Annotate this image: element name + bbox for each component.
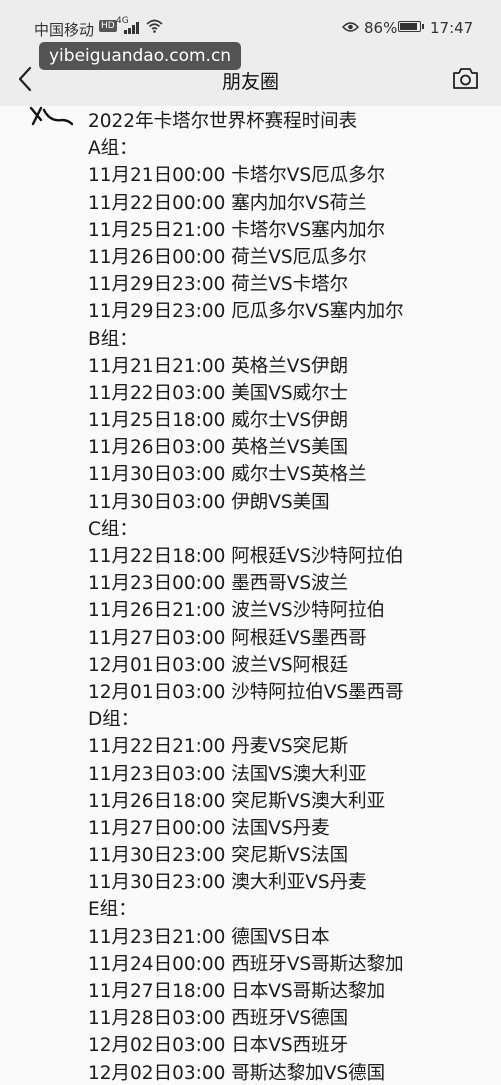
- match-line: 12月02日03:00 日本VS西班牙: [88, 1035, 349, 1057]
- moments-post: 2022年卡塔尔世界杯赛程时间表 A组： 11月21日00:00 卡塔尔VS厄瓜…: [0, 106, 501, 1085]
- clock: 17:47: [430, 19, 474, 37]
- group-heading-e: E组：: [88, 899, 137, 921]
- match-line: 11月25日18:00 威尔士VS伊朗: [88, 410, 349, 432]
- group-heading-b: B组：: [88, 328, 138, 350]
- page-title: 朋友圈: [221, 71, 279, 93]
- group-heading-d: D组：: [88, 709, 140, 731]
- match-line: 11月23日03:00 法国VS澳大利亚: [88, 763, 367, 785]
- match-line: 11月21日21:00 英格兰VS伊朗: [88, 355, 349, 377]
- camera-icon[interactable]: [452, 67, 479, 90]
- match-line: 11月27日00:00 法国VS丹麦: [88, 817, 330, 839]
- match-line: 11月30日23:00 澳大利亚VS丹麦: [88, 872, 367, 894]
- post-text: 2022年卡塔尔世界杯赛程时间表 A组： 11月21日00:00 卡塔尔VS厄瓜…: [88, 108, 404, 1085]
- match-line: 11月24日00:00 西班牙VS哥斯达黎加: [88, 953, 404, 975]
- match-line: 11月27日03:00 阿根廷VS墨西哥: [88, 627, 367, 649]
- eye-icon: [341, 19, 360, 32]
- match-line: 11月22日21:00 丹麦VS突尼斯: [88, 736, 349, 758]
- match-line: 11月28日03:00 西班牙VS德国: [88, 1008, 349, 1030]
- carrier-label: 中国移动: [34, 21, 95, 39]
- match-line: 12月01日03:00 沙特阿拉伯VS墨西哥: [88, 681, 404, 703]
- post-title: 2022年卡塔尔世界杯赛程时间表: [88, 111, 358, 132]
- signal-icon: [124, 22, 142, 34]
- battery-icon: [398, 21, 424, 32]
- match-line: 11月22日00:00 塞内加尔VS荷兰: [88, 192, 367, 214]
- match-line: 12月02日03:00 哥斯达黎加VS德国: [88, 1062, 386, 1084]
- match-line: 11月22日03:00 美国VS威尔士: [88, 382, 349, 404]
- match-line: 11月26日03:00 英格兰VS美国: [88, 437, 349, 459]
- group-heading-c: C组：: [88, 518, 138, 540]
- match-line: 12月01日03:00 波兰VS阿根廷: [88, 654, 349, 676]
- match-line: 11月29日23:00 荷兰VS卡塔尔: [88, 274, 349, 296]
- watermark: yibeiguandao.com.cn: [39, 42, 242, 70]
- match-line: 11月22日18:00 阿根廷VS沙特阿拉伯: [88, 546, 404, 567]
- match-line: 11月25日21:00 卡塔尔VS塞内加尔: [88, 219, 386, 241]
- match-line: 11月30日03:00 伊朗VS美国: [88, 491, 330, 513]
- wifi-icon: [146, 19, 163, 37]
- match-line: 11月27日18:00 日本VS哥斯达黎加: [88, 981, 386, 1002]
- match-line: 11月26日18:00 突尼斯VS澳大利亚: [88, 790, 386, 812]
- match-line: 11月26日00:00 荷兰VS厄瓜多尔: [88, 246, 367, 268]
- battery-percent: 86%: [364, 19, 398, 37]
- match-line: 11月21日00:00 卡塔尔VS厄瓜多尔: [88, 165, 386, 187]
- match-line: 11月23日00:00 墨西哥VS波兰: [88, 573, 349, 595]
- group-heading-a: A组：: [88, 138, 138, 160]
- avatar[interactable]: [28, 106, 74, 128]
- match-line: 11月30日23:00 突尼斯VS法国: [88, 845, 349, 867]
- match-line: 11月29日23:00 厄瓜多尔VS塞内加尔: [88, 301, 404, 323]
- match-line: 11月30日03:00 威尔士VS英格兰: [88, 464, 367, 486]
- match-line: 11月23日21:00 德国VS日本: [88, 926, 330, 948]
- match-line: 11月26日21:00 波兰VS沙特阿拉伯: [88, 600, 386, 622]
- hd-badge: HD: [99, 20, 117, 32]
